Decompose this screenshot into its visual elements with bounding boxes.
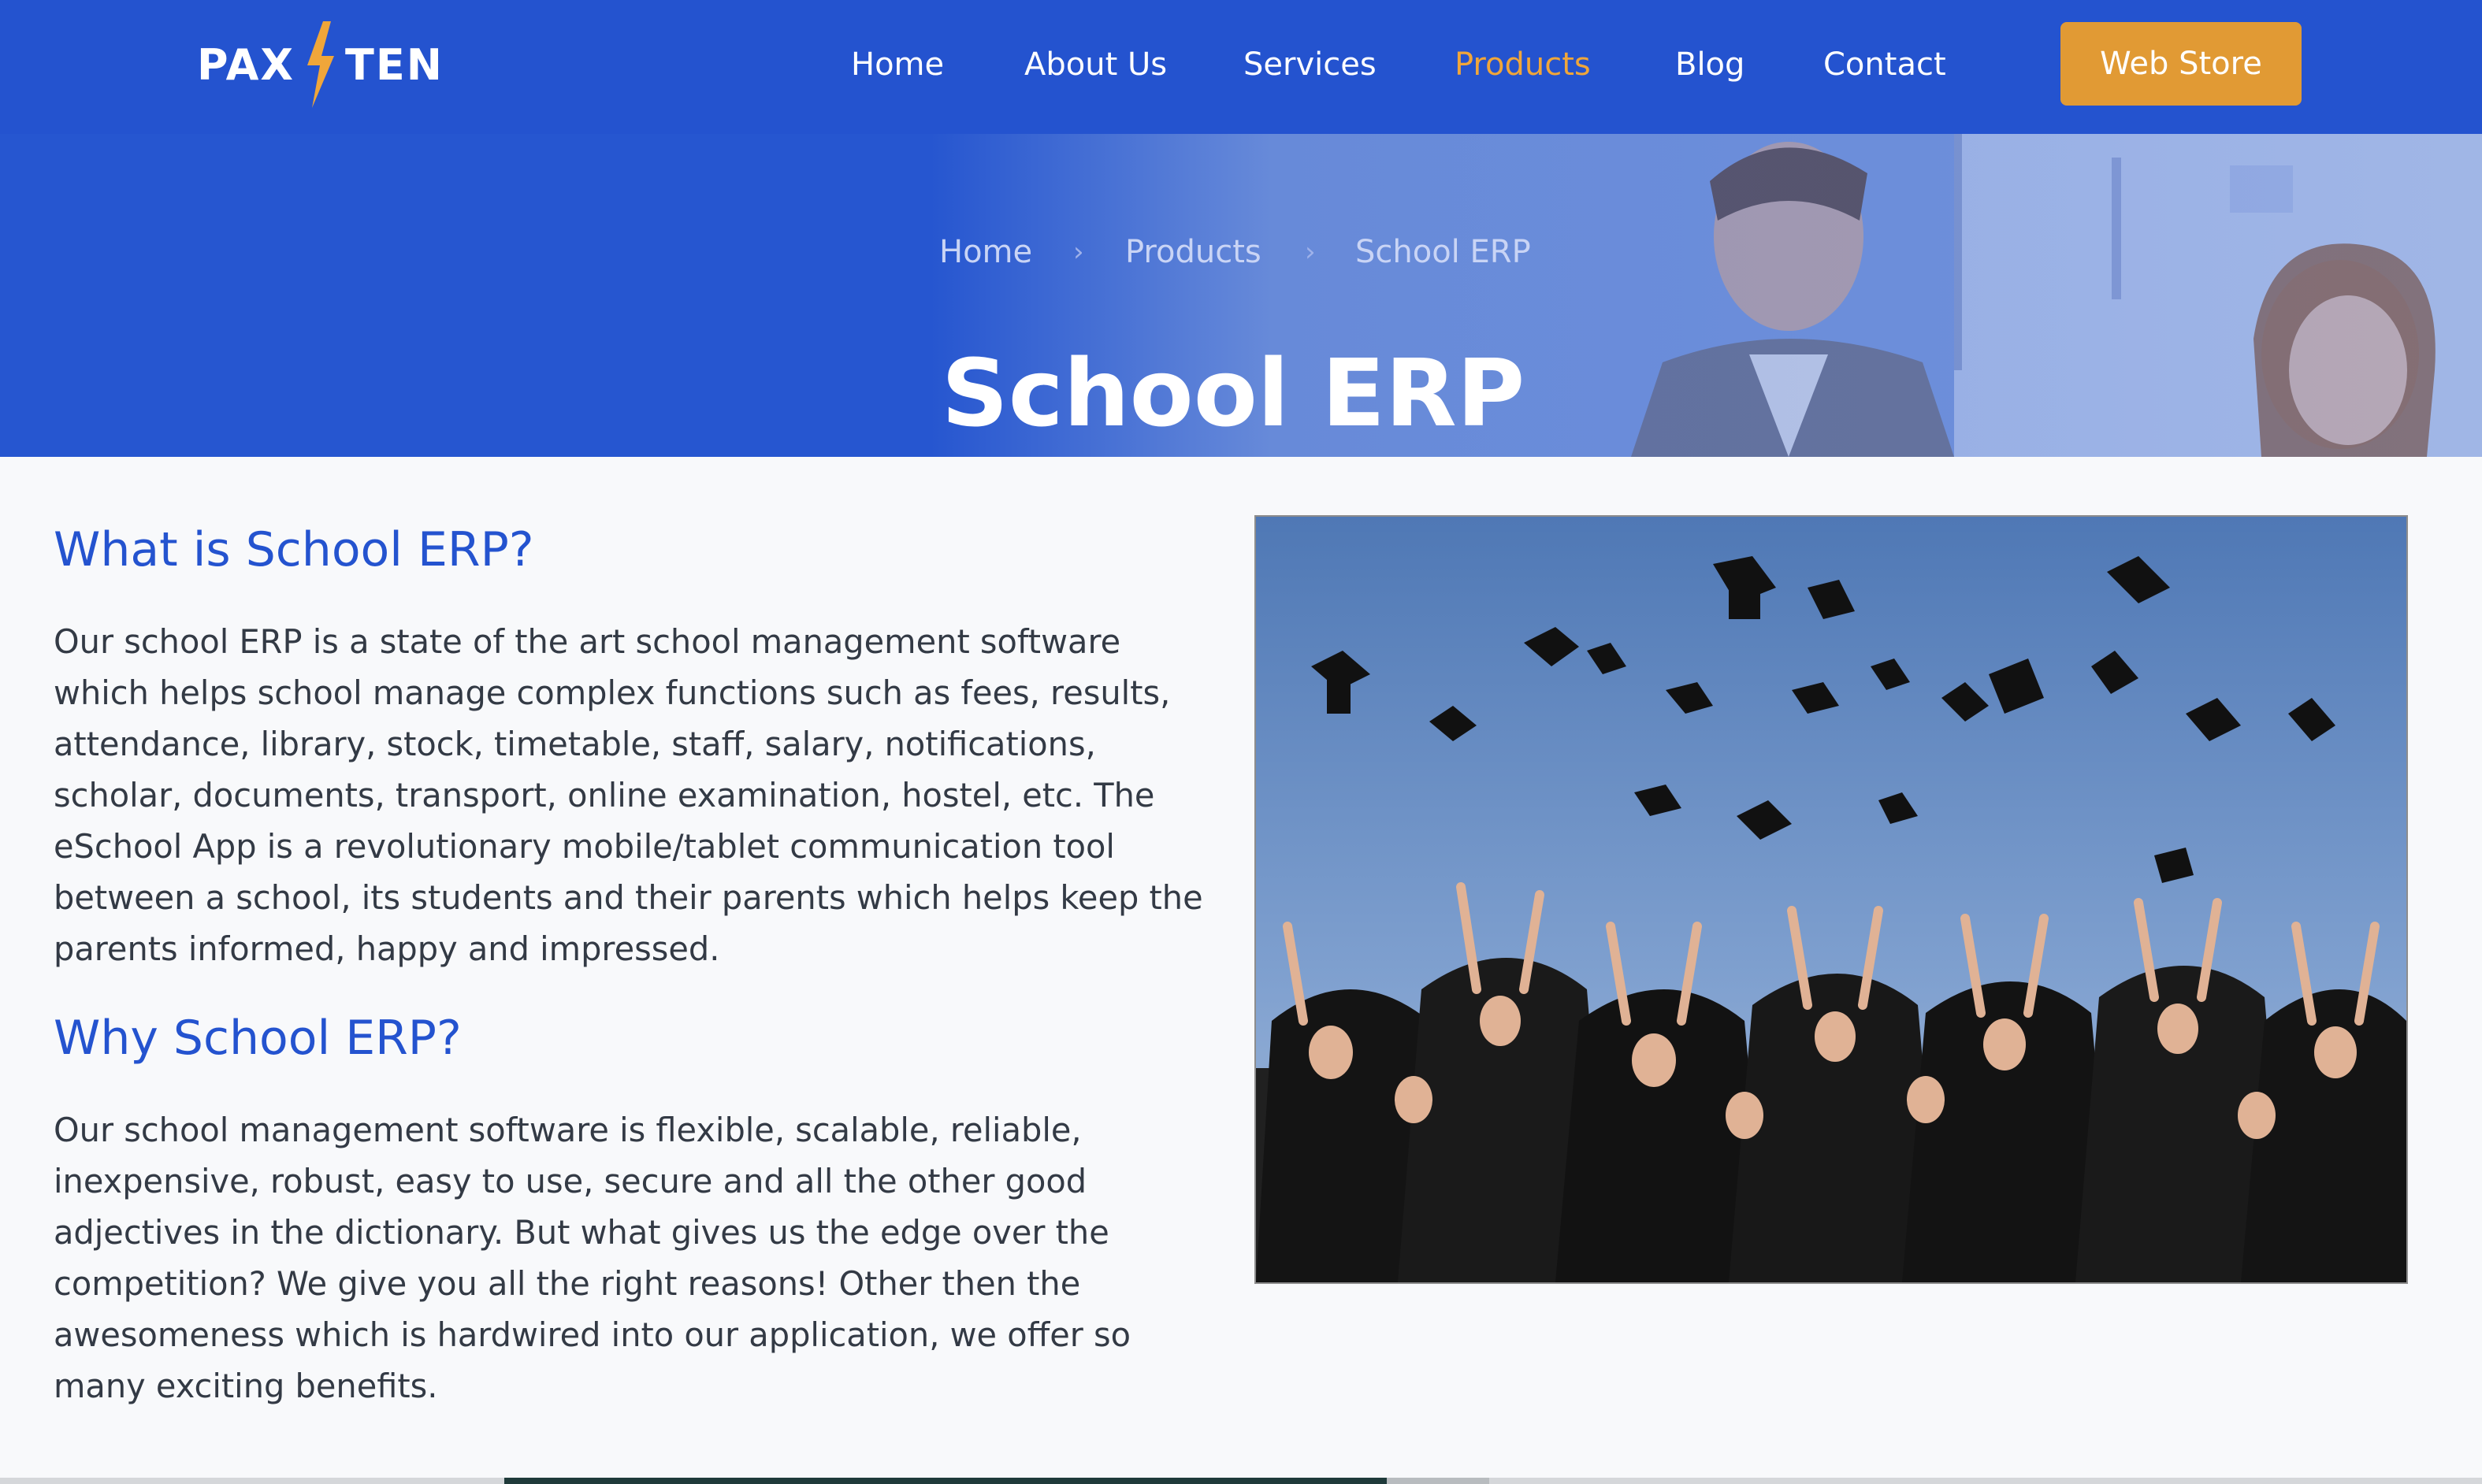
paxten-logo[interactable]: PAX TEN [197,21,444,108]
nav-about-us[interactable]: About Us [1024,41,1167,88]
breadcrumb: Home › Products › School ERP [0,228,2482,276]
breadcrumb-current: School ERP [1355,234,1531,270]
graduation-caps-photo [1254,515,2408,1284]
web-store-button[interactable]: Web Store [2060,22,2302,106]
nav-contact[interactable]: Contact [1823,41,1946,88]
site-header: PAX TEN Home About Us Services Products … [0,0,2482,134]
nav-blog[interactable]: Blog [1675,41,1744,88]
logo-text-right: TEN [345,39,444,90]
section-body-why: Our school management software is flexib… [54,1111,1131,1405]
logo-text-left: PAX [197,39,295,90]
section-heading-why: Why School ERP? [54,1011,462,1066]
nav-products[interactable]: Products [1455,41,1591,88]
footer-edge-dark [504,1478,1387,1484]
chevron-right-icon: › [1305,236,1316,268]
graduation-photo-illustration [1256,517,2406,1282]
section-body-what: Our school ERP is a state of the art sch… [54,622,1203,968]
footer-edge-light [1387,1478,1489,1484]
breadcrumb-home[interactable]: Home [939,228,1032,276]
section-heading-what: What is School ERP? [54,522,534,577]
nav-home[interactable]: Home [851,41,944,88]
footer-edge [0,1478,2482,1484]
chevron-right-icon: › [1073,236,1084,268]
hero-banner: School ERP Home › Products › School ERP [0,134,2482,457]
lightning-bolt-icon [307,21,335,108]
breadcrumb-products[interactable]: Products [1125,228,1261,276]
page-title: School ERP [941,339,1525,448]
nav-services[interactable]: Services [1243,41,1377,88]
